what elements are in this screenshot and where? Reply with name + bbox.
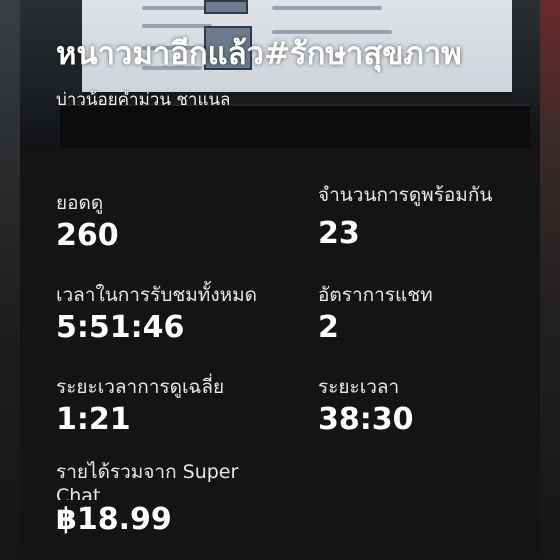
stat-label: จำนวนการดูพร้อมกัน: [318, 184, 493, 206]
stat-label: ระยะเวลา: [318, 376, 400, 398]
blurred-margin-left: [0, 0, 20, 560]
stat-label: รายได้รวมจาก Super Chat: [56, 461, 239, 500]
stat-value: 23: [318, 216, 360, 251]
stat-value: 260: [56, 218, 119, 253]
blurred-margin-right: [540, 0, 560, 560]
stat-concurrent-viewers: จำนวนการดูพร้อมกัน 23: [318, 182, 492, 254]
stat-value: 5:51:46: [56, 310, 185, 345]
stat-label: เวลาในการรับชมทั้งหมด: [56, 284, 257, 306]
stat-super-chat-revenue: รายได้รวมจาก Super Chat ฿18.99: [56, 460, 266, 540]
stat-stream-duration: ระยะเวลา 38:30: [318, 374, 414, 440]
stat-label: ระยะเวลาการดูเฉลี่ย: [56, 376, 225, 398]
stat-value: ฿18.99: [56, 502, 172, 537]
stat-value: 2: [318, 310, 339, 345]
stat-value: 1:21: [56, 402, 131, 437]
stat-total-watch-time: เวลาในการรับชมทั้งหมด 5:51:46: [56, 282, 257, 348]
channel-name: บ่าวน้อยคำม่วน ชาแนล: [56, 90, 231, 110]
stat-views: ยอดดู 260: [56, 190, 119, 256]
stat-value: 38:30: [318, 402, 414, 437]
stat-average-view-duration: ระยะเวลาการดูเฉลี่ย 1:21: [56, 374, 224, 440]
stat-label: ยอดดู: [56, 192, 104, 214]
stat-chat-rate: อัตราการแชท 2: [318, 282, 433, 348]
video-preview[interactable]: [20, 0, 540, 148]
stat-label: อัตราการแชท: [318, 284, 433, 306]
video-title: หนาวมาอีกแล้ว#รักษาสุขภาพ: [56, 36, 462, 72]
